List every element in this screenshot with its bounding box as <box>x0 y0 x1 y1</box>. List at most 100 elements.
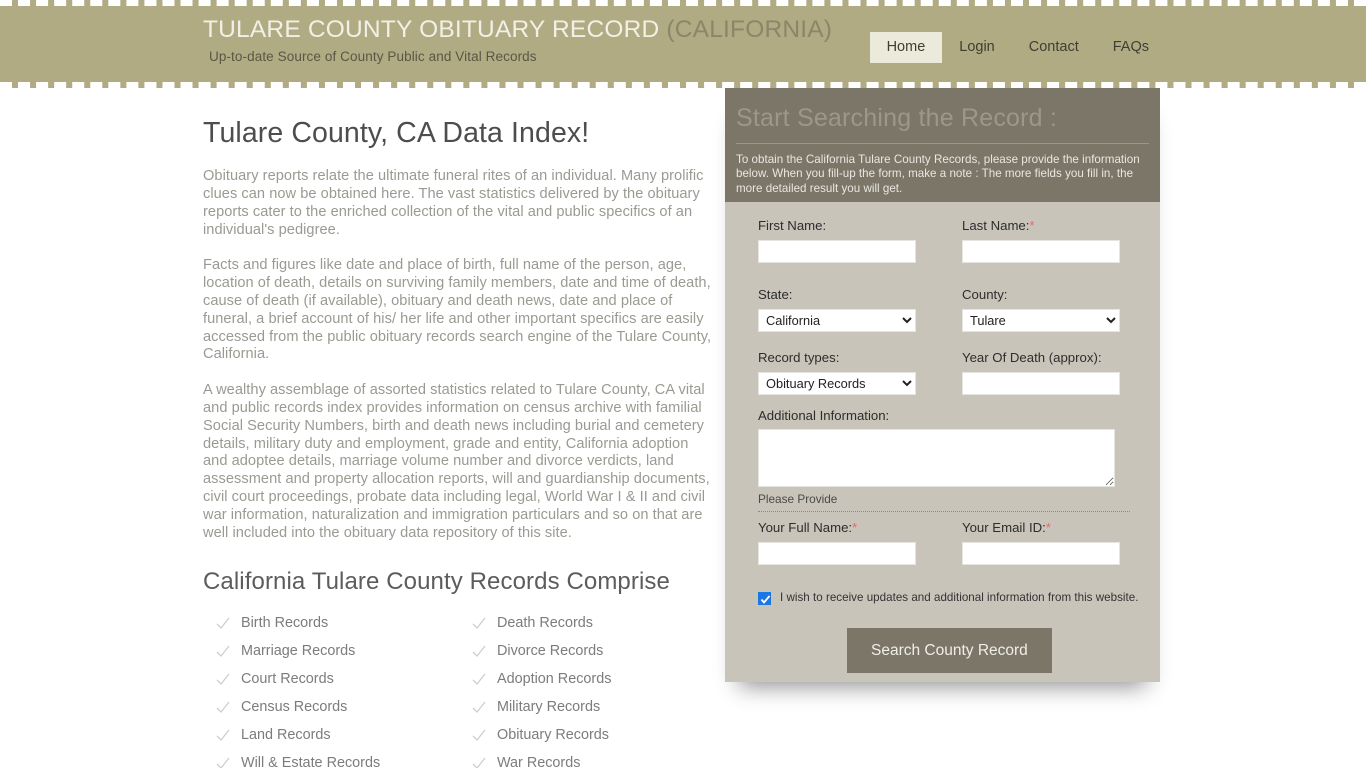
last-name-label: Last Name:* <box>962 218 1145 234</box>
list-item: Will & Estate Records <box>203 749 459 768</box>
additional-info-field-group: Additional Information: <box>758 408 1145 488</box>
location-row: State: California County: Tulare <box>758 287 1145 332</box>
year-of-death-label: Year Of Death (approx): <box>962 349 1102 365</box>
nav-item-home[interactable]: Home <box>869 32 943 64</box>
state-label: State: <box>758 286 793 302</box>
record-types-select[interactable]: Obituary Records <box>758 371 916 395</box>
full-name-label: Your Full Name:* <box>758 520 941 536</box>
first-name-field-group: First Name: <box>758 218 941 263</box>
list-item-label: Adoption Records <box>497 671 612 688</box>
check-icon <box>215 728 230 743</box>
name-row: First Name: Last Name:* <box>758 218 1145 263</box>
list-item-label: Birth Records <box>241 615 329 632</box>
list-item-label: War Records <box>497 755 581 768</box>
check-icon <box>471 644 486 659</box>
list-item: Divorce Records <box>459 637 715 665</box>
contact-row: Your Full Name:* Your Email ID:* <box>758 520 1145 566</box>
records-section-title: California Tulare County Records Compris… <box>203 568 670 596</box>
site-title: TULARE COUNTY OBITUARY RECORD (CALIFORNI… <box>203 16 843 44</box>
list-item-label: Will & Estate Records <box>241 755 381 768</box>
email-input[interactable] <box>962 542 1120 566</box>
list-item: Adoption Records <box>459 665 715 693</box>
list-item-label: Land Records <box>241 727 331 744</box>
site-title-state: (CALIFORNIA) <box>666 16 833 43</box>
submit-row: Search County Record <box>758 628 1145 674</box>
main-navigation: Home Login Contact FAQs <box>869 32 1166 64</box>
list-item: Marriage Records <box>203 637 459 665</box>
list-item-label: Obituary Records <box>497 727 609 744</box>
list-item: Census Records <box>203 693 459 721</box>
county-label: County: <box>962 286 1008 302</box>
check-icon <box>215 616 230 631</box>
record-types-field-group: Record types: Obituary Records <box>758 350 941 395</box>
check-icon <box>471 756 486 768</box>
list-item: Land Records <box>203 721 459 749</box>
record-search-form: First Name: Last Name:* State: Californi… <box>725 202 1160 674</box>
search-county-record-button[interactable]: Search County Record <box>847 628 1052 674</box>
list-item: Death Records <box>459 609 715 637</box>
full-name-field-group: Your Full Name:* <box>758 520 941 566</box>
records-list: Birth Records Death Records Marriage Rec… <box>203 609 715 768</box>
last-name-field-group: Last Name:* <box>962 218 1145 263</box>
required-marker: * <box>852 520 858 536</box>
additional-info-label: Additional Information: <box>758 407 890 423</box>
first-name-label: First Name: <box>758 218 827 233</box>
check-icon <box>215 700 230 715</box>
list-item-label: Census Records <box>241 699 348 716</box>
email-label: Your Email ID:* <box>962 520 1145 536</box>
search-form-panel: Start Searching the Record : To obtain t… <box>725 88 1160 682</box>
nav-item-login[interactable]: Login <box>942 32 1011 63</box>
nav-item-contact[interactable]: Contact <box>1012 32 1096 63</box>
site-tagline: Up-to-date Source of County Public and V… <box>209 49 537 65</box>
consent-label: I wish to receive updates and additional… <box>780 591 1139 605</box>
last-name-input[interactable] <box>962 239 1120 263</box>
required-marker: * <box>1045 520 1051 536</box>
consent-row: I wish to receive updates and additional… <box>758 591 1145 605</box>
county-select[interactable]: Tulare <box>962 308 1120 332</box>
check-icon <box>471 616 486 631</box>
intro-paragraph-2: Facts and figures like date and place of… <box>203 257 712 363</box>
list-item: Birth Records <box>203 609 459 637</box>
check-icon <box>215 756 230 768</box>
nav-item-faqs[interactable]: FAQs <box>1096 32 1166 63</box>
required-marker: * <box>1029 218 1035 233</box>
first-name-input[interactable] <box>758 239 916 263</box>
header-inner: TULARE COUNTY OBITUARY RECORD (CALIFORNI… <box>0 6 1366 82</box>
page-title: Tulare County, CA Data Index! <box>203 117 590 149</box>
check-icon <box>215 672 230 687</box>
full-name-input[interactable] <box>758 542 916 566</box>
list-item: Obituary Records <box>459 721 715 749</box>
list-item-label: Death Records <box>497 615 593 632</box>
full-name-label-text: Your Full Name: <box>758 520 853 536</box>
record-types-label: Record types: <box>758 349 840 365</box>
site-brand: TULARE COUNTY OBITUARY RECORD (CALIFORNI… <box>203 16 843 64</box>
list-item-label: Court Records <box>241 671 334 688</box>
list-item: Military Records <box>459 693 715 721</box>
year-of-death-input[interactable] <box>962 371 1120 395</box>
search-form-intro: To obtain the California Tulare County R… <box>736 152 1140 195</box>
list-item-label: Marriage Records <box>241 643 356 660</box>
list-item-label: Divorce Records <box>497 643 604 660</box>
site-title-main: TULARE COUNTY OBITUARY RECORD <box>203 16 667 43</box>
check-icon <box>471 728 486 743</box>
additional-info-textarea[interactable] <box>758 429 1115 488</box>
intro-paragraph-3: A wealthy assemblage of assorted statist… <box>203 382 710 541</box>
site-header: TULARE COUNTY OBITUARY RECORD (CALIFORNI… <box>0 0 1366 88</box>
list-item: War Records <box>459 749 715 768</box>
list-item-label: Military Records <box>497 699 601 716</box>
check-icon <box>471 672 486 687</box>
email-field-group: Your Email ID:* <box>962 520 1145 566</box>
state-select[interactable]: California <box>758 308 916 332</box>
check-icon <box>471 700 486 715</box>
state-field-group: State: California <box>758 287 941 332</box>
consent-checkbox[interactable] <box>758 591 771 605</box>
intro-paragraph-1: Obituary reports relate the ultimate fun… <box>203 168 704 238</box>
search-form-title: Start Searching the Record : <box>736 104 1149 144</box>
please-provide-divider: Please Provide <box>758 492 1130 513</box>
check-icon <box>215 644 230 659</box>
record-type-row: Record types: Obituary Records Year Of D… <box>758 350 1145 395</box>
county-field-group: County: Tulare <box>962 287 1145 332</box>
page-body: Tulare County, CA Data Index! Obituary r… <box>0 88 1366 768</box>
